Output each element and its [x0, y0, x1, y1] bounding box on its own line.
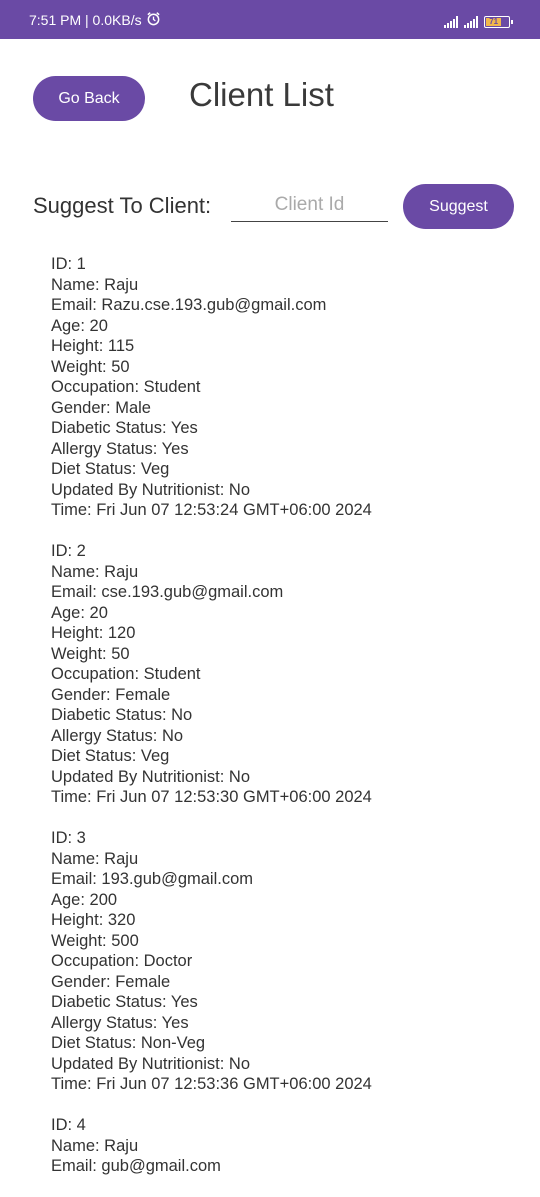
- client-id: ID: 1: [51, 255, 86, 273]
- client-allergy-status: Allergy Status: No: [51, 726, 184, 745]
- alarm-icon: [146, 11, 161, 29]
- client-weight: Weight: 50: [51, 644, 130, 663]
- go-back-button[interactable]: Go Back: [33, 76, 145, 121]
- client-id: ID: 2: [51, 542, 86, 560]
- client-allergy-status: Allergy Status: Yes: [51, 1013, 189, 1032]
- status-bar: 7:51 PM | 0.0KB/s 71: [0, 0, 540, 39]
- client-occupation: Occupation: Student: [51, 378, 201, 396]
- client-email: Email: Razu.cse.193.gub@gmail.com: [51, 296, 327, 314]
- client-gender: Gender: Female: [51, 972, 171, 991]
- client-name: Name: Raju: [51, 275, 139, 294]
- client-email: Email: gub@gmail.com: [51, 1157, 221, 1175]
- list-item: ID: 1 Name: Raju Email: Razu.cse.193.gub…: [51, 254, 521, 521]
- client-id-input[interactable]: [231, 188, 388, 222]
- signal-icon: [464, 15, 478, 28]
- client-name: Name: Raju: [51, 1136, 139, 1155]
- client-gender: Gender: Female: [51, 685, 171, 704]
- client-diet-status: Diet Status: Non-Veg: [51, 1034, 206, 1052]
- client-list[interactable]: ID: 1 Name: Raju Email: Razu.cse.193.gub…: [51, 254, 521, 1197]
- list-item: ID: 2 Name: Raju Email: cse.193.gub@gmai…: [51, 541, 521, 808]
- client-email: Email: 193.gub@gmail.com: [51, 870, 254, 888]
- client-updated-by-nutritionist: Updated By Nutritionist: No: [51, 480, 251, 499]
- client-time: Time: Fri Jun 07 12:53:24 GMT+06:00 2024: [51, 501, 372, 519]
- client-id: ID: 3: [51, 829, 86, 847]
- client-occupation: Occupation: Student: [51, 665, 201, 683]
- suggest-label: Suggest To Client:: [33, 193, 212, 218]
- status-right: 71: [444, 12, 513, 28]
- client-age: Age: 20: [51, 603, 108, 622]
- client-email: Email: cse.193.gub@gmail.com: [51, 583, 284, 601]
- client-weight: Weight: 500: [51, 931, 139, 950]
- client-name: Name: Raju: [51, 562, 139, 581]
- client-height: Height: 320: [51, 911, 136, 929]
- client-time: Time: Fri Jun 07 12:53:30 GMT+06:00 2024: [51, 788, 372, 806]
- list-item: ID: 3 Name: Raju Email: 193.gub@gmail.co…: [51, 828, 521, 1095]
- client-age: Age: 200: [51, 890, 118, 909]
- client-diet-status: Diet Status: Veg: [51, 460, 170, 478]
- client-diabetic-status: Diabetic Status: No: [51, 706, 193, 724]
- signal-icon: [444, 15, 458, 28]
- client-age: Age: 20: [51, 316, 108, 335]
- page-title: Client List: [189, 76, 334, 113]
- client-diabetic-status: Diabetic Status: Yes: [51, 993, 198, 1011]
- client-time: Time: Fri Jun 07 12:53:36 GMT+06:00 2024: [51, 1075, 372, 1093]
- client-gender: Gender: Male: [51, 398, 151, 417]
- list-item: ID: 4 Name: Raju Email: gub@gmail.com: [51, 1115, 521, 1177]
- client-diabetic-status: Diabetic Status: Yes: [51, 419, 198, 437]
- client-allergy-status: Allergy Status: Yes: [51, 439, 189, 458]
- status-time: 7:51 PM | 0.0KB/s: [29, 11, 142, 28]
- client-updated-by-nutritionist: Updated By Nutritionist: No: [51, 767, 251, 786]
- client-id: ID: 4: [51, 1116, 86, 1134]
- client-updated-by-nutritionist: Updated By Nutritionist: No: [51, 1054, 251, 1073]
- suggest-button[interactable]: Suggest: [403, 184, 514, 229]
- client-diet-status: Diet Status: Veg: [51, 747, 170, 765]
- battery-icon: 71: [484, 15, 513, 28]
- client-height: Height: 115: [51, 337, 135, 355]
- client-height: Height: 120: [51, 624, 136, 642]
- battery-level: 71: [486, 17, 502, 26]
- status-left: 7:51 PM | 0.0KB/s: [29, 11, 161, 29]
- client-occupation: Occupation: Doctor: [51, 952, 193, 970]
- client-weight: Weight: 50: [51, 357, 130, 376]
- client-name: Name: Raju: [51, 849, 139, 868]
